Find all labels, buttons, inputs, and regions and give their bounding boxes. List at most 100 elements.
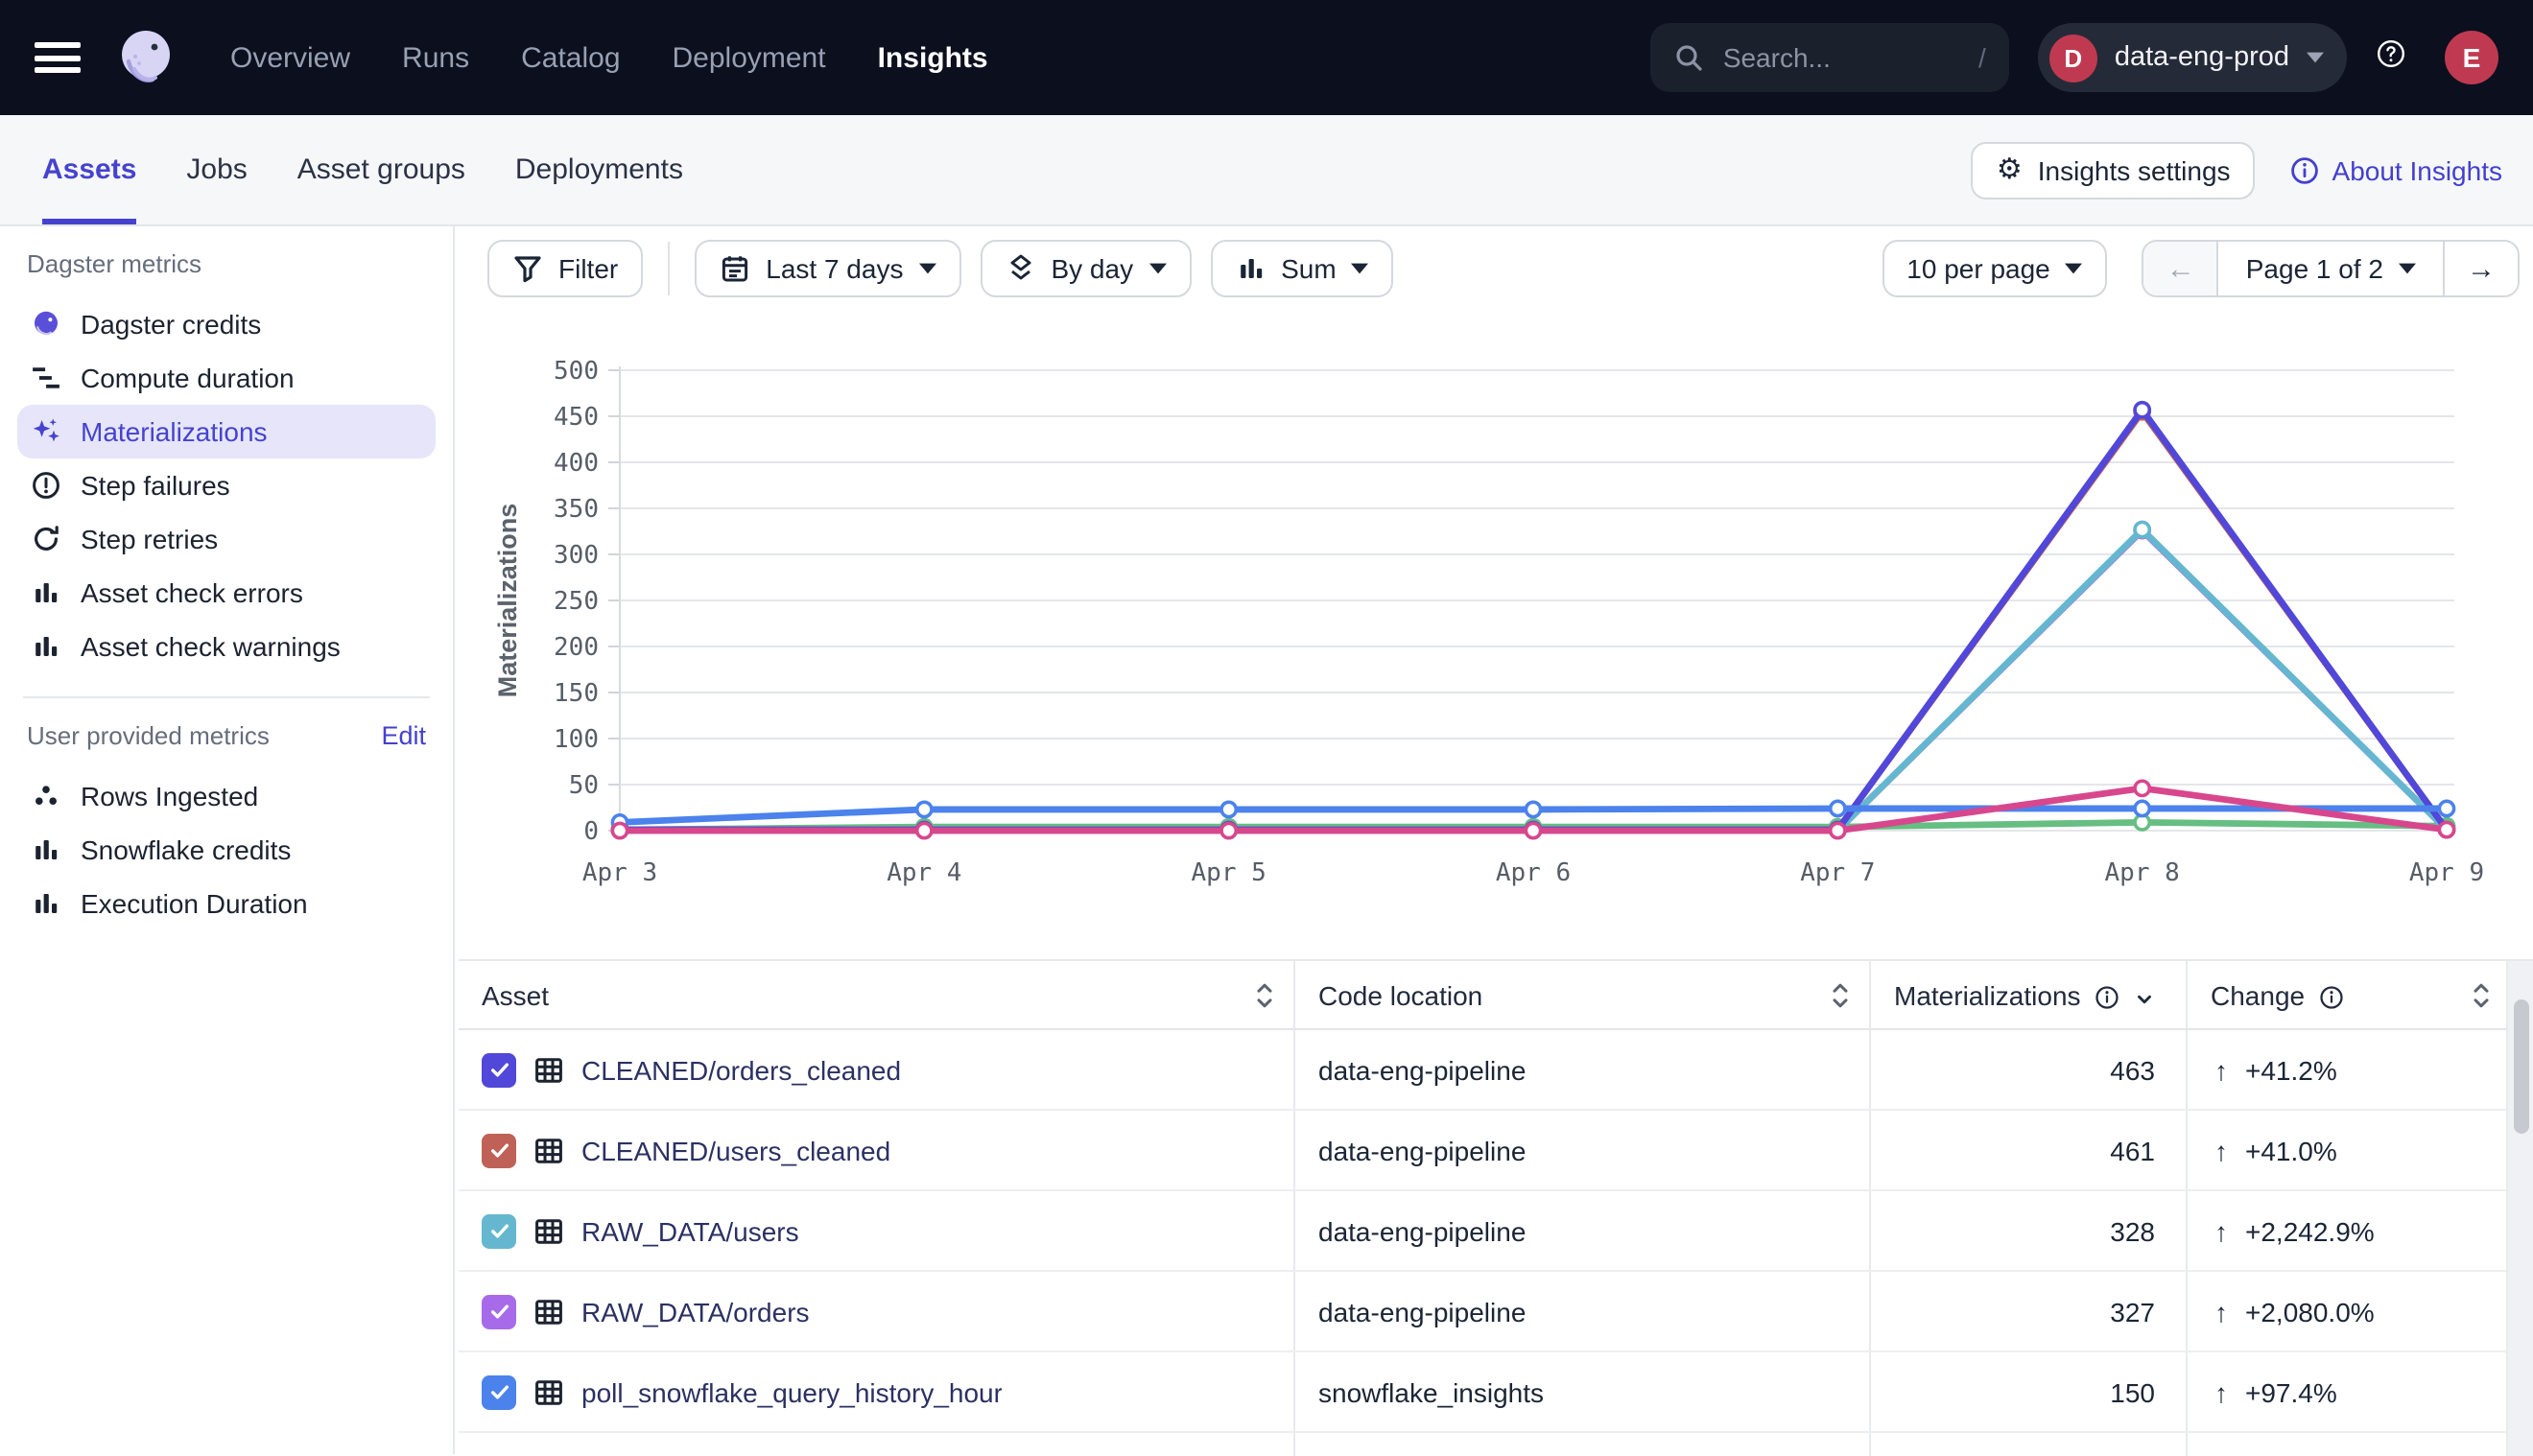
- top-nav: OverviewRunsCatalogDeploymentInsights / …: [0, 0, 2533, 115]
- bar-chart-icon: [31, 577, 61, 608]
- sidebar-item-compute-duration[interactable]: Compute duration: [17, 351, 436, 405]
- materializations-icon: [31, 416, 61, 447]
- sidebar-item-label: Execution Duration: [81, 888, 308, 919]
- materializations-line-chart: 050100150200250300350400450500Apr 3Apr 4…: [459, 317, 2531, 892]
- column-header-label: Asset: [482, 979, 549, 1010]
- change-cell: ↑+2,242.9%: [2188, 1191, 2533, 1270]
- sidebar-item-rows-ingested[interactable]: Rows Ingested: [17, 769, 436, 823]
- sort-icon[interactable]: [2472, 980, 2491, 1009]
- series-checkbox[interactable]: [482, 1133, 516, 1167]
- sidebar-item-materializations[interactable]: Materializations: [17, 405, 436, 458]
- deployment-switcher[interactable]: D data-eng-prod: [2038, 23, 2347, 92]
- svg-text:Apr 3: Apr 3: [582, 858, 657, 887]
- table-row: RAW_DATA/usersdata-eng-pipeline328↑+2,24…: [459, 1191, 2533, 1272]
- date-range-button[interactable]: Last 7 days: [695, 240, 960, 297]
- series-checkbox[interactable]: [482, 1294, 516, 1328]
- table-header: Asset Code location Materializations Change: [459, 961, 2533, 1030]
- compute-duration-icon: [31, 363, 61, 393]
- table-row: RAW_DATA/ordersdata-eng-pipeline327↑+2,0…: [459, 1272, 2533, 1352]
- sidebar-section-title: Dagster metrics: [27, 249, 426, 278]
- search-icon: [1673, 42, 1704, 73]
- table-body: CLEANED/orders_cleaneddata-eng-pipeline4…: [459, 1030, 2533, 1456]
- about-insights-link[interactable]: About Insights: [2290, 154, 2502, 185]
- chevron-down-icon: [2307, 52, 2324, 63]
- code-location-cell: data-eng-pipeline: [1295, 1030, 1871, 1109]
- code-location-cell: data-eng-pipeline: [1295, 1111, 1871, 1189]
- page-indicator-button[interactable]: Page 1 of 2: [2217, 242, 2445, 295]
- asset-cell: RAW_DATA/users: [459, 1191, 1295, 1270]
- column-header-materializations[interactable]: Materializations: [1871, 961, 2188, 1028]
- code-location-cell: data-eng-pipeline: [1295, 1433, 1871, 1456]
- table-scrollbar-thumb[interactable]: [2513, 999, 2528, 1134]
- filter-button[interactable]: Filter: [487, 240, 643, 297]
- sidebar-item-label: Compute duration: [81, 363, 295, 393]
- sidebar-item-snowflake-credits[interactable]: Snowflake credits: [17, 823, 436, 877]
- asset-link[interactable]: CLEANED/users_cleaned: [581, 1135, 890, 1165]
- prev-page-button[interactable]: ←: [2144, 242, 2217, 295]
- aggregation-label: Sum: [1281, 253, 1337, 284]
- nav-link-runs[interactable]: Runs: [402, 41, 469, 74]
- change-value: +41.0%: [2245, 1135, 2337, 1165]
- nav-link-insights[interactable]: Insights: [878, 41, 988, 74]
- insights-settings-button[interactable]: ⚙ Insights settings: [1972, 141, 2256, 199]
- change-value: +97.4%: [2245, 1376, 2337, 1407]
- help-icon[interactable]: [2376, 37, 2416, 78]
- asset-link[interactable]: RAW_DATA/orders: [581, 1296, 810, 1327]
- per-page-button[interactable]: 10 per page: [1882, 240, 2107, 297]
- chevron-down-icon[interactable]: [2135, 984, 2156, 1005]
- column-header-code-location[interactable]: Code location: [1295, 961, 1871, 1028]
- change-cell: ↑+97.4%: [2188, 1352, 2533, 1431]
- page-indicator-label: Page 1 of 2: [2246, 253, 2383, 284]
- asset-link[interactable]: CLEANED/orders_cleaned: [581, 1054, 901, 1085]
- deployment-initial-badge: D: [2049, 34, 2097, 82]
- sidebar-item-label: Step retries: [81, 524, 218, 554]
- series-checkbox[interactable]: [482, 1374, 516, 1409]
- global-search[interactable]: /: [1650, 23, 2009, 92]
- sidebar-item-step-failures[interactable]: Step failures: [17, 458, 436, 512]
- tab-jobs[interactable]: Jobs: [186, 115, 247, 224]
- change-cell: ↑+2,080.0%: [2188, 1272, 2533, 1350]
- sidebar-edit-link[interactable]: Edit: [381, 721, 426, 750]
- info-icon: [2318, 981, 2345, 1008]
- asset-link[interactable]: RAW_DATA/users: [581, 1215, 799, 1246]
- next-page-button[interactable]: →: [2445, 242, 2518, 295]
- materializations-cell: 463: [1871, 1030, 2188, 1109]
- partition-icon: [1005, 253, 1035, 284]
- insights-settings-label: Insights settings: [2038, 154, 2231, 185]
- hamburger-menu-icon[interactable]: [35, 42, 81, 73]
- tab-assets[interactable]: Assets: [42, 115, 136, 224]
- sidebar-item-dagster-credits[interactable]: Dagster credits: [17, 297, 436, 351]
- sidebar-item-asset-check-warnings[interactable]: Asset check warnings: [17, 620, 436, 673]
- table-row: CLEANED/…data-eng-pipeline47↑+1,150.0%: [459, 1433, 2533, 1456]
- search-input[interactable]: [1719, 40, 1963, 75]
- sidebar-item-step-retries[interactable]: Step retries: [17, 512, 436, 566]
- series-checkbox[interactable]: [482, 1213, 516, 1248]
- svg-text:Apr 7: Apr 7: [1800, 858, 1875, 887]
- dagster-logo[interactable]: [111, 23, 180, 92]
- aggregation-button[interactable]: Sum: [1210, 240, 1394, 297]
- calendar-icon: [720, 253, 750, 284]
- nav-link-deployment[interactable]: Deployment: [673, 41, 826, 74]
- date-range-label: Last 7 days: [766, 253, 903, 284]
- svg-text:50: 50: [569, 771, 599, 800]
- nav-link-overview[interactable]: Overview: [230, 41, 350, 74]
- tab-deployments[interactable]: Deployments: [515, 115, 683, 224]
- tab-asset-groups[interactable]: Asset groups: [297, 115, 465, 224]
- column-header-asset[interactable]: Asset: [459, 961, 1295, 1028]
- sort-icon[interactable]: [1831, 980, 1850, 1009]
- sidebar-item-execution-duration[interactable]: Execution Duration: [17, 877, 436, 930]
- asset-link[interactable]: poll_snowflake_query_history_hour: [581, 1376, 1003, 1407]
- svg-text:500: 500: [554, 357, 599, 386]
- group-by-button[interactable]: By day: [980, 240, 1191, 297]
- sidebar-item-asset-check-errors[interactable]: Asset check errors: [17, 566, 436, 620]
- sort-icon[interactable]: [1255, 980, 1274, 1009]
- asset-cell: RAW_DATA/orders: [459, 1272, 1295, 1350]
- asset-table-icon: [533, 1054, 564, 1085]
- series-checkbox[interactable]: [482, 1052, 516, 1087]
- column-header-change[interactable]: Change: [2188, 961, 2533, 1028]
- user-avatar[interactable]: E: [2445, 31, 2498, 84]
- bar-chart-icon: [1235, 253, 1266, 284]
- column-header-label: Materializations: [1894, 979, 2081, 1010]
- nav-link-catalog[interactable]: Catalog: [521, 41, 620, 74]
- sidebar-item-label: Asset check warnings: [81, 631, 341, 662]
